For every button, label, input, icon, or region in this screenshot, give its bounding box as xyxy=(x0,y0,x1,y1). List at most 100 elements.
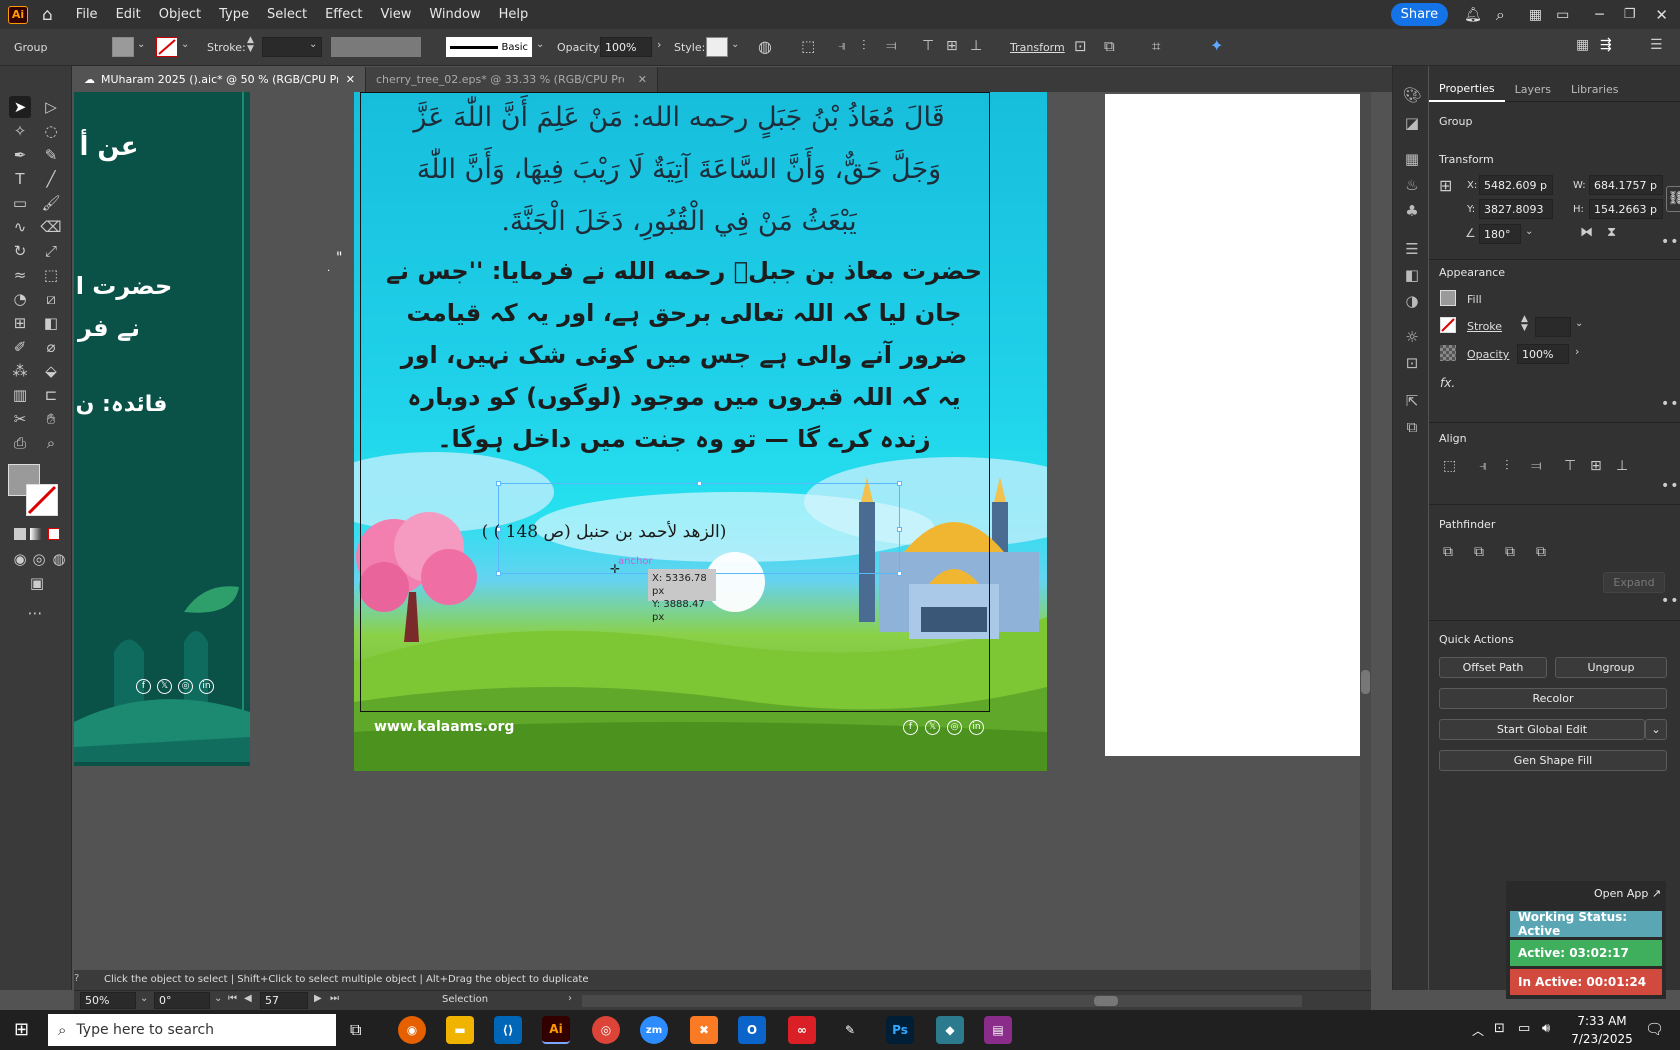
menu-object[interactable]: Object xyxy=(150,7,210,22)
handle[interactable] xyxy=(897,527,902,532)
lasso-icon[interactable]: ◌ xyxy=(40,120,62,142)
winrar-icon[interactable]: ▤ xyxy=(984,1016,1012,1044)
start-global-edit-button[interactable]: Start Global Edit xyxy=(1439,719,1645,740)
align-bottom-icon[interactable]: ⊥ xyxy=(1616,458,1628,474)
opacity-label[interactable]: Opacity xyxy=(1467,348,1509,361)
paintbrush-icon[interactable]: 🖌︎ xyxy=(40,192,62,214)
align-middle-icon[interactable]: ⊞ xyxy=(1590,458,1602,474)
minimize-icon[interactable]: ─ xyxy=(1595,7,1603,23)
stroke-swatch[interactable] xyxy=(1440,317,1456,333)
align-center-icon[interactable]: ⫶ xyxy=(1505,458,1509,474)
illustrator-taskbar-icon[interactable]: Ai xyxy=(542,1016,570,1044)
reference-citation[interactable]: (الزهد لأحمد بن حنبل (ص 148 ) ) xyxy=(444,522,764,542)
handle[interactable] xyxy=(496,571,501,576)
horizontal-scrollbar[interactable] xyxy=(582,995,1302,1007)
stroke-label[interactable]: Stroke xyxy=(1467,320,1502,333)
more-options-icon[interactable]: ••• xyxy=(1661,593,1680,609)
volume-icon[interactable]: 🔊︎ xyxy=(1542,1021,1550,1036)
direct-selection-tool-icon[interactable]: ▷ xyxy=(40,96,62,118)
clock-time[interactable]: 7:33 AM xyxy=(1570,1014,1634,1028)
zoom-tool-icon[interactable]: ⌕ xyxy=(40,432,62,454)
properties-layout-icon[interactable]: ⇶ xyxy=(1600,37,1612,53)
intersect-icon[interactable]: ⧉ xyxy=(1505,544,1515,560)
tab-layers[interactable]: Layers xyxy=(1505,76,1561,102)
screen-mode-icon[interactable]: ▣ xyxy=(26,572,48,594)
fill-swatch[interactable] xyxy=(112,37,134,57)
home-icon[interactable]: ⌂ xyxy=(42,5,53,25)
last-artboard-icon[interactable]: ⏭ xyxy=(330,993,339,1004)
network-icon[interactable]: ▭ xyxy=(1518,1021,1530,1036)
share-button[interactable]: Share xyxy=(1390,3,1449,26)
more-options-icon[interactable]: ••• xyxy=(1661,396,1680,412)
vertical-scrollbar[interactable] xyxy=(1360,92,1371,970)
align-bottom-icon[interactable]: ⊥ xyxy=(970,38,982,54)
y-field[interactable]: 3827.8093 xyxy=(1479,199,1553,219)
search-icon[interactable]: ⌕ xyxy=(1496,5,1505,25)
reference-point-icon[interactable]: ⊡ xyxy=(1074,37,1087,55)
curvature-tool-icon[interactable]: ✎ xyxy=(40,144,62,166)
artboard-number-field[interactable]: 57 xyxy=(260,992,308,1009)
more-tools-icon[interactable]: ⋯ xyxy=(24,602,46,624)
main-artboard[interactable]: قَالَ مُعَاذُ بْنُ جَبَلٍ رحمه الله: مَن… xyxy=(354,92,1047,771)
chevron-down-icon[interactable]: ⌄ xyxy=(731,39,739,50)
tray-chevron-icon[interactable]: ︿ xyxy=(1472,1022,1484,1039)
tab-cherry-tree[interactable]: cherry_tree_02.eps* @ 33.33 % (RGB/CPU P… xyxy=(366,67,658,92)
width-field[interactable]: 684.1757 p xyxy=(1589,175,1663,195)
menu-edit[interactable]: Edit xyxy=(107,7,150,22)
stroke-color-box[interactable] xyxy=(26,484,58,516)
gen-shape-fill-button[interactable]: Gen Shape Fill xyxy=(1439,750,1667,771)
align-right-icon[interactable]: ⫤ xyxy=(1531,458,1542,474)
type-tool-icon[interactable]: T xyxy=(9,168,31,190)
tab-close-icon[interactable]: ✕ xyxy=(346,73,355,86)
chevron-down-icon[interactable]: ⌄ xyxy=(137,39,145,50)
fill-swatch[interactable] xyxy=(1440,290,1456,306)
stepper-icon[interactable]: ▲ ▼ xyxy=(247,36,254,54)
libraries-icon[interactable]: ▦ xyxy=(1402,150,1422,168)
menu-effect[interactable]: Effect xyxy=(316,7,371,22)
menu-window[interactable]: Window xyxy=(420,7,489,22)
draw-behind-icon[interactable]: ◎ xyxy=(28,548,50,570)
graphic-style-swatch[interactable] xyxy=(706,37,728,57)
reference-point-icon[interactable]: ⊞ xyxy=(1439,176,1452,195)
symbol-sprayer-icon[interactable]: ⁂ xyxy=(9,360,31,382)
restore-icon[interactable]: ❐ xyxy=(1624,7,1636,22)
scale-tool-icon[interactable]: ⤢ xyxy=(40,240,62,262)
ai-generate-icon[interactable]: ✦ xyxy=(1210,36,1223,55)
chevron-down-icon[interactable]: ⌄ xyxy=(140,993,148,1004)
file-explorer-icon[interactable]: ▬ xyxy=(446,1016,474,1044)
unite-icon[interactable]: ⧉ xyxy=(1443,544,1453,560)
constrain-proportions-icon[interactable]: ⛓ xyxy=(1666,186,1680,212)
tab-close-icon[interactable]: ✕ xyxy=(638,73,647,86)
perspective-grid-icon[interactable]: ⧄ xyxy=(40,288,62,310)
artboards-panel-icon[interactable]: ⧉ xyxy=(1402,418,1422,436)
shaper-tool-icon[interactable]: ∿ xyxy=(9,216,31,238)
menu-file[interactable]: File xyxy=(67,7,107,22)
opacity-field[interactable]: 100% xyxy=(600,37,652,57)
transform-link[interactable]: Transform xyxy=(1010,41,1065,54)
arrange-icon[interactable]: ▦ xyxy=(1576,37,1589,53)
chevron-down-icon[interactable]: ⌄ xyxy=(1575,318,1583,329)
blank-artboard[interactable] xyxy=(1105,94,1371,756)
rotate-field[interactable]: 180° xyxy=(1479,224,1521,244)
arrange-documents-icon[interactable]: ▦ xyxy=(1529,7,1542,23)
flip-horizontal-icon[interactable]: ⧓ xyxy=(1580,225,1593,240)
menu-lines-icon[interactable]: ☰ xyxy=(1650,37,1663,53)
print-tiling-icon[interactable]: ⎙ xyxy=(9,432,31,454)
envelope-icon[interactable]: ⌗ xyxy=(1152,37,1160,55)
chevron-down-icon[interactable]: ⌄ xyxy=(214,993,222,1004)
none-mode-icon[interactable] xyxy=(48,528,60,540)
width-tool-icon[interactable]: ≈ xyxy=(9,264,31,286)
eraser-icon[interactable]: ⌫ xyxy=(40,216,62,238)
menu-type[interactable]: Type xyxy=(210,7,258,22)
windows-start-icon[interactable]: ⊞ xyxy=(14,1019,29,1040)
flip-vertical-icon[interactable]: ⧗ xyxy=(1607,225,1616,240)
handle[interactable] xyxy=(897,481,902,486)
vscode-icon[interactable]: ⟨⟩ xyxy=(494,1016,522,1044)
workspace-icon[interactable]: ▭ xyxy=(1556,7,1569,23)
zoom-field[interactable]: 50% xyxy=(80,992,136,1009)
chevron-right-icon[interactable]: › xyxy=(657,38,661,51)
stroke-panel-icon[interactable]: ◪ xyxy=(1402,114,1422,132)
graph-tool-icon[interactable]: ▥ xyxy=(9,384,31,406)
magic-wand-icon[interactable]: ✧ xyxy=(9,120,31,142)
selection-tool-icon[interactable]: ➤ xyxy=(9,96,31,118)
